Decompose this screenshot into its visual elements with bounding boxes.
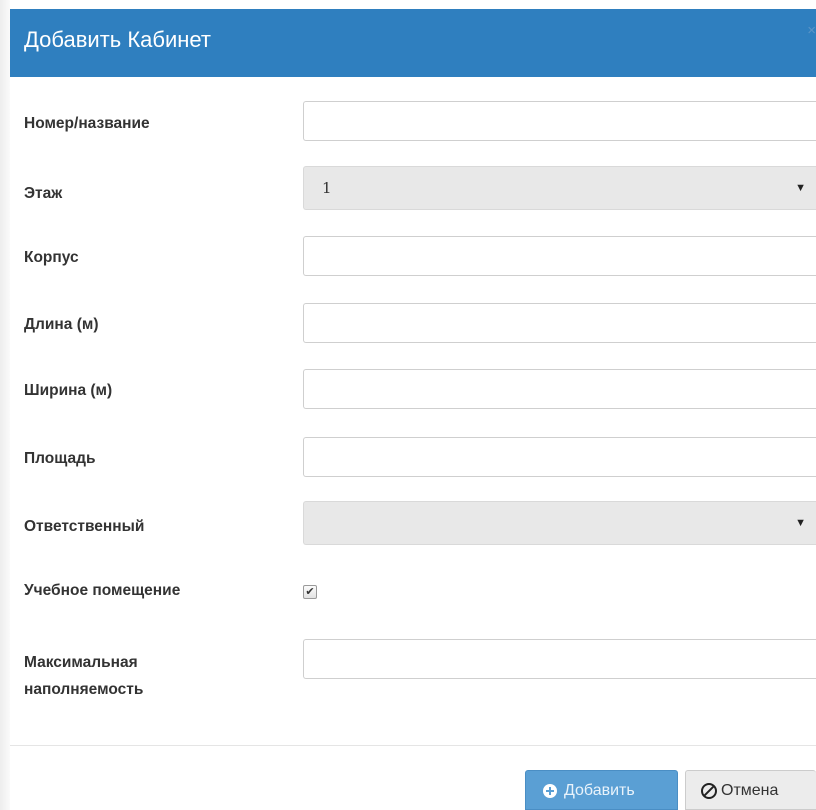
chevron-down-icon: ▼ <box>795 182 806 194</box>
building-input[interactable] <box>303 236 816 276</box>
max-capacity-label-line2: наполняемость <box>24 681 144 698</box>
floor-select[interactable]: 1 ▼ <box>303 166 816 210</box>
footer-divider <box>10 745 816 746</box>
max-capacity-label-line1: Максимальная <box>24 654 138 671</box>
backdrop-edge <box>0 0 10 810</box>
name-label: Номер/название <box>24 115 150 132</box>
dialog-title: Добавить Кабинет <box>24 27 212 52</box>
floor-label: Этаж <box>24 185 63 202</box>
add-button-label: Добавить <box>564 782 635 799</box>
chevron-down-icon: ▼ <box>795 517 806 529</box>
cancel-button[interactable]: Отмена <box>685 770 816 810</box>
responsible-select[interactable]: ▼ <box>303 501 816 545</box>
educational-label: Учебное помещение <box>24 582 181 599</box>
area-input[interactable] <box>303 437 816 477</box>
add-room-dialog: Добавить Кабинет × Номер/название Этаж 1… <box>0 0 816 810</box>
name-input[interactable] <box>303 101 816 141</box>
dialog-header: Добавить Кабинет × <box>10 9 816 77</box>
add-button[interactable]: Добавить <box>525 770 678 810</box>
responsible-label: Ответственный <box>24 518 145 535</box>
plus-circle-icon <box>543 784 557 798</box>
cancel-button-label: Отмена <box>721 782 779 799</box>
width-input[interactable] <box>303 369 816 409</box>
ban-icon <box>701 783 717 799</box>
checkmark-icon: ✔ <box>305 586 315 598</box>
close-icon[interactable]: × <box>807 23 816 39</box>
length-input[interactable] <box>303 303 816 343</box>
width-label: Ширина (м) <box>24 382 113 399</box>
length-label: Длина (м) <box>24 316 99 333</box>
floor-select-value: 1 <box>322 179 332 197</box>
building-label: Корпус <box>24 249 79 266</box>
area-label: Площадь <box>24 450 96 467</box>
educational-checkbox[interactable]: ✔ <box>303 585 317 599</box>
max-capacity-input[interactable] <box>303 639 816 679</box>
